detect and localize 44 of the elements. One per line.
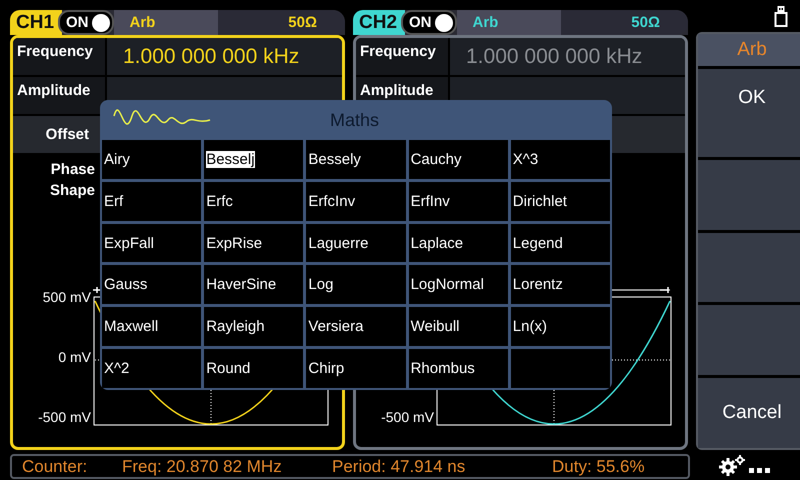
status-text: Period: 47.914 ns [332, 456, 466, 476]
output-toggle[interactable]: ON [58, 10, 114, 35]
status-text: Duty: 55.6% [552, 456, 645, 476]
function-option[interactable]: Erfc [206, 192, 233, 210]
parameter-label: Shape [50, 182, 95, 199]
softkey-button[interactable]: Cancel [698, 378, 800, 448]
waveform-label: Arb [130, 14, 156, 31]
function-option[interactable]: X^3 [512, 150, 538, 168]
waveform-label: Arb [472, 14, 498, 31]
output-toggle[interactable]: ON [401, 10, 457, 35]
load-label: 50Ω [288, 14, 317, 31]
axis-label: 0 mV [58, 349, 91, 367]
softkey-button[interactable] [698, 232, 800, 302]
parameter-label: Phase [50, 161, 95, 178]
field-label: Amplitude [17, 82, 90, 99]
function-option[interactable]: Log [308, 276, 334, 294]
field-label: Amplitude [360, 82, 434, 99]
menu-title: Arb [698, 34, 800, 66]
function-option[interactable]: Chirp [308, 360, 344, 378]
field-label: Frequency [360, 43, 436, 60]
channel-tab[interactable]: CH1 [10, 10, 62, 35]
field-value[interactable]: 1.000 000 000 kHz [123, 44, 300, 68]
function-option[interactable]: Ln(x) [512, 318, 547, 336]
function-option[interactable]: Besselj [206, 150, 255, 168]
function-option[interactable]: Erf [104, 192, 124, 210]
axis-label: 500 mV [42, 289, 91, 307]
axis-label: -500 mV [38, 409, 91, 427]
field-label: Frequency [17, 43, 93, 60]
function-option[interactable]: ErfInv [410, 192, 450, 210]
status-text: Counter: [21, 456, 88, 476]
load-label: 50Ω [631, 14, 660, 31]
function-option[interactable]: Airy [104, 150, 130, 168]
function-option[interactable]: X^2 [104, 360, 130, 378]
dialog-title: Maths [330, 110, 380, 130]
softkey-button[interactable]: OK [698, 69, 800, 157]
channel-tab[interactable]: CH2 [353, 10, 406, 35]
function-option[interactable]: Gauss [104, 276, 148, 294]
field-value[interactable]: 1.000 000 000 kHz [466, 44, 642, 68]
status-text: Freq: 20.870 82 MHz [122, 456, 283, 476]
softkey-button[interactable] [698, 305, 800, 376]
field-label: Offset [46, 126, 89, 143]
usb-icon [774, 5, 788, 27]
softkey-button[interactable] [698, 160, 800, 230]
axis-label: -500 mV [381, 409, 434, 427]
